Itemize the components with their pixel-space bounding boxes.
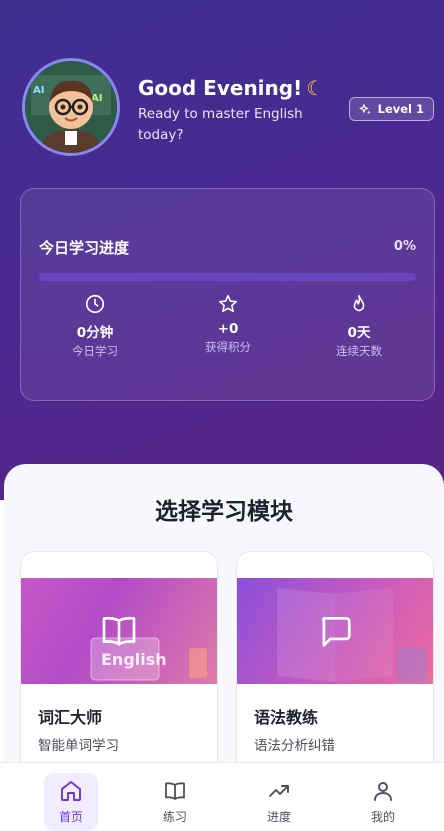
module-desc: 语法分析纠错 [254, 738, 335, 754]
module-sheet: 选择学习模块 English 词汇大师 智能单词学习 语法教练 语法分析纠错 [4, 464, 444, 791]
module-desc: 智能单词学习 [38, 738, 119, 754]
trending-up-icon [269, 785, 289, 797]
stat-study-time: 0分钟 今日学习 [30, 293, 160, 359]
chat-bubble-icon [322, 616, 351, 647]
section-title: 选择学习模块 [155, 499, 293, 525]
book-icon [102, 616, 136, 646]
clock-icon [85, 294, 105, 314]
user-icon [374, 782, 392, 801]
home-icon [61, 781, 81, 801]
tab-progress[interactable]: 进度 [252, 773, 306, 831]
star-icon [218, 294, 238, 313]
daily-progress-card: 今日学习进度 0% 0分钟 今日学习 +0 获得积分 0天 连续天数 [20, 188, 435, 401]
avatar[interactable]: AI AI [22, 58, 120, 156]
level-label: Level 1 [377, 102, 424, 116]
greeting-subtitle: Ready to master English today? [138, 106, 303, 143]
tab-home[interactable]: 首页 [44, 773, 98, 831]
avatar-illustration: AI AI [25, 61, 117, 153]
module-banner [237, 578, 433, 684]
open-book-icon [165, 782, 185, 800]
stat-label: 获得积分 [205, 340, 251, 354]
stat-streak: 0天 连续天数 [294, 293, 424, 359]
progress-bar [39, 273, 416, 281]
module-card-vocabulary[interactable]: English 词汇大师 智能单词学习 [20, 551, 218, 791]
sparkles-icon [359, 103, 370, 114]
tab-profile[interactable]: 我的 [356, 773, 410, 831]
banner-text: English [101, 650, 167, 669]
progress-title: 今日学习进度 [39, 239, 130, 257]
module-name: 词汇大师 [38, 708, 103, 727]
hero-header: AI AI Good Evening! ☾ Ready to master Eng… [0, 0, 444, 500]
stat-value: 0分钟 [76, 325, 114, 341]
stat-label: 今日学习 [72, 344, 118, 358]
level-badge[interactable]: Level 1 [348, 97, 434, 121]
tab-practice[interactable]: 练习 [148, 773, 202, 831]
tab-label: 练习 [162, 810, 187, 824]
tab-label: 首页 [58, 810, 83, 824]
module-card-grammar[interactable]: 语法教练 语法分析纠错 [236, 551, 434, 791]
greeting-title: Good Evening! ☾ [138, 76, 324, 100]
stat-value: +0 [217, 321, 239, 337]
stat-label: 连续天数 [336, 344, 382, 358]
moon-icon: ☾ [306, 76, 325, 100]
bottom-tab-bar: 首页 练习 进度 我的 [0, 762, 444, 831]
svg-text:AI: AI [33, 85, 44, 96]
progress-percent: 0% [393, 239, 416, 254]
stat-value: 0天 [347, 325, 371, 341]
tab-label: 进度 [266, 810, 291, 824]
module-name: 语法教练 [254, 708, 319, 727]
module-banner: English [21, 578, 217, 684]
flame-icon [353, 294, 365, 312]
greeting-text: Good Evening! [138, 76, 303, 100]
stat-points: +0 获得积分 [163, 293, 293, 355]
tab-label: 我的 [370, 810, 395, 824]
